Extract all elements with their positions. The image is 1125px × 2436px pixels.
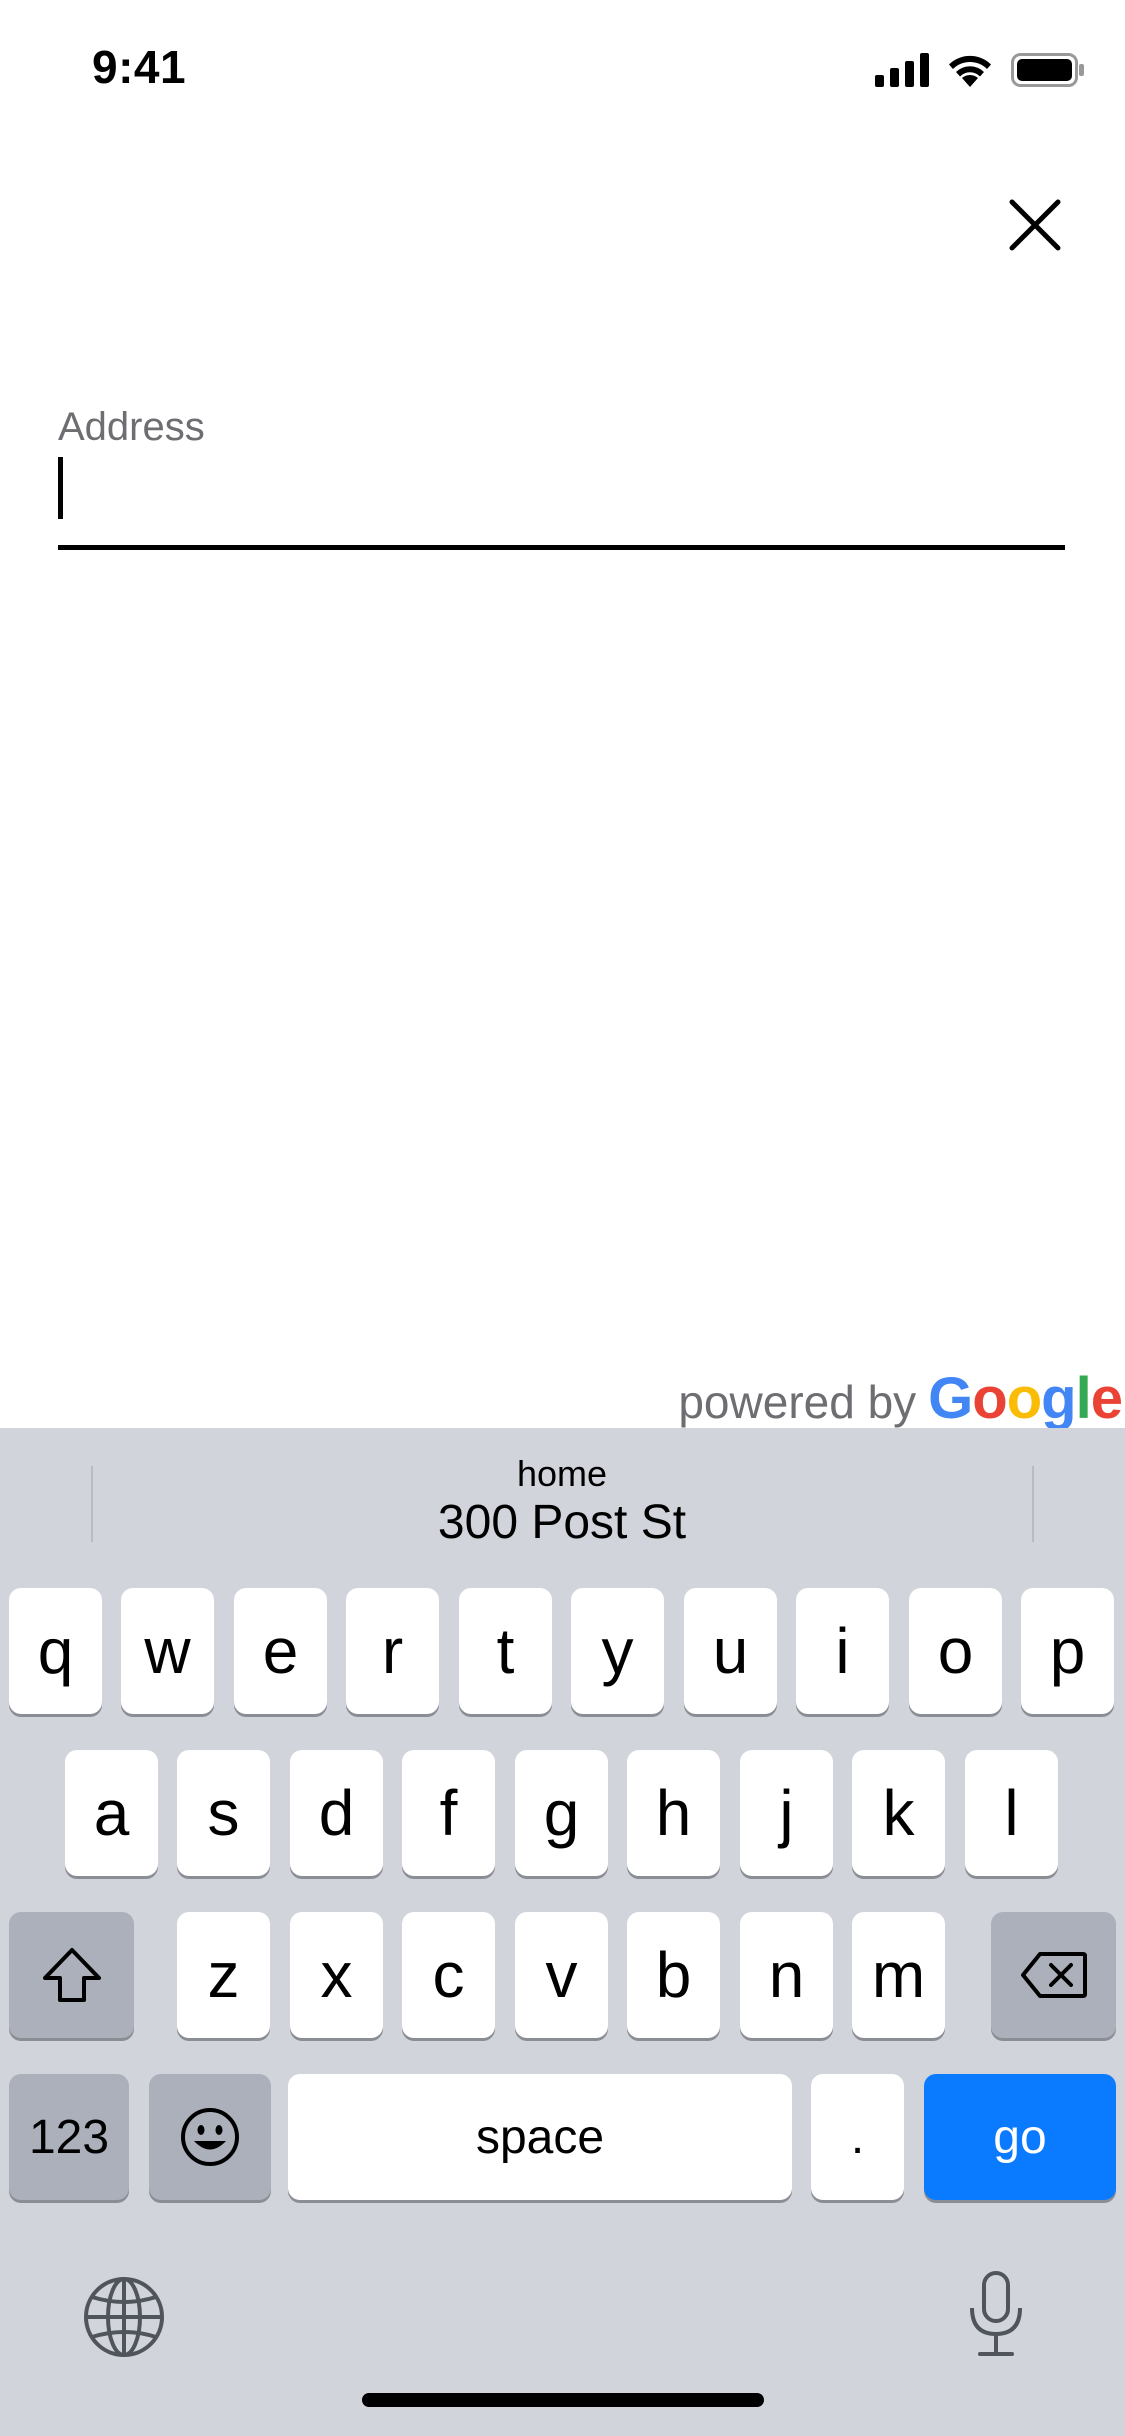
key-y[interactable]: y <box>571 1588 664 1714</box>
go-button[interactable]: go <box>924 2074 1116 2200</box>
key-f[interactable]: f <box>402 1750 495 1876</box>
period-key[interactable]: . <box>811 2074 904 2200</box>
suggestion-label: home <box>516 1453 608 1494</box>
status-bar: 9:41 <box>0 0 1125 140</box>
key-n[interactable]: n <box>740 1912 833 2038</box>
delete-key[interactable] <box>991 1912 1116 2038</box>
google-logo-letter: G <box>928 1366 973 1431</box>
battery-icon <box>1011 53 1084 87</box>
wifi-icon <box>949 55 991 87</box>
address-input[interactable] <box>68 455 1058 525</box>
home-indicator[interactable] <box>362 2393 764 2407</box>
address-field[interactable] <box>58 455 1065 550</box>
google-logo-letter: l <box>1075 1366 1092 1431</box>
key-x[interactable]: x <box>290 1912 383 2038</box>
key-z[interactable]: z <box>177 1912 270 2038</box>
cellular-signal-icon <box>875 53 929 87</box>
key-g[interactable]: g <box>515 1750 608 1876</box>
google-logo-letter: o <box>972 1366 1007 1431</box>
close-button[interactable] <box>1000 190 1070 260</box>
key-j[interactable]: j <box>740 1750 833 1876</box>
key-b[interactable]: b <box>627 1912 720 2038</box>
key-h[interactable]: h <box>627 1750 720 1876</box>
shift-key[interactable] <box>9 1912 134 2038</box>
google-logo-letter: g <box>1041 1366 1076 1431</box>
google-attribution: powered by Google <box>678 1365 1123 1432</box>
space-key[interactable]: space <box>288 2074 792 2200</box>
key-m[interactable]: m <box>852 1912 945 2038</box>
key-o[interactable]: o <box>909 1588 1002 1714</box>
key-d[interactable]: d <box>290 1750 383 1876</box>
key-u[interactable]: u <box>684 1588 777 1714</box>
microphone-icon[interactable] <box>966 2270 1026 2363</box>
google-logo: Google <box>928 1365 1123 1432</box>
emoji-key[interactable] <box>149 2074 271 2200</box>
google-logo-letter: e <box>1090 1366 1123 1431</box>
key-q[interactable]: q <box>9 1588 102 1714</box>
emoji-icon <box>181 2108 239 2166</box>
numbers-key[interactable]: 123 <box>9 2074 129 2200</box>
key-c[interactable]: c <box>402 1912 495 2038</box>
key-a[interactable]: a <box>65 1750 158 1876</box>
key-k[interactable]: k <box>852 1750 945 1876</box>
key-p[interactable]: p <box>1021 1588 1114 1714</box>
powered-by-text: powered by <box>678 1376 917 1428</box>
address-label: Address <box>58 405 205 449</box>
key-w[interactable]: w <box>121 1588 214 1714</box>
google-logo-letter: o <box>1006 1366 1042 1431</box>
key-e[interactable]: e <box>234 1588 327 1714</box>
status-time: 9:41 <box>92 41 187 93</box>
backspace-icon <box>1020 1952 1087 1998</box>
key-v[interactable]: v <box>515 1912 608 2038</box>
key-s[interactable]: s <box>177 1750 270 1876</box>
suggestion-address: 300 Post St <box>437 1496 687 1549</box>
text-cursor <box>58 457 63 519</box>
key-l[interactable]: l <box>965 1750 1058 1876</box>
shift-icon <box>42 1948 101 2002</box>
status-icons <box>875 48 1085 92</box>
key-r[interactable]: r <box>346 1588 439 1714</box>
suggestion-divider <box>1032 1466 1034 1542</box>
keyboard: home 300 Post St q w e r t y u i o p a s… <box>0 1428 1125 2436</box>
key-i[interactable]: i <box>796 1588 889 1714</box>
close-icon <box>1009 199 1061 251</box>
suggestion-bar: home 300 Post St <box>0 1428 1125 1568</box>
key-t[interactable]: t <box>459 1588 552 1714</box>
globe-icon[interactable] <box>82 2275 166 2364</box>
address-suggestion[interactable]: home 300 Post St <box>92 1454 1032 1552</box>
